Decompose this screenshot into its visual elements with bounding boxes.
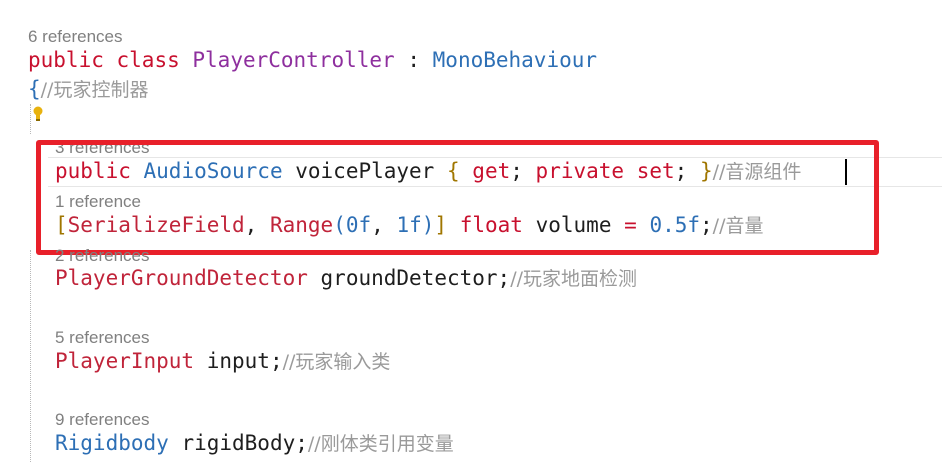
rigidbody-references-lens[interactable]: 9 references [55,410,150,430]
grounddetector-references-lens[interactable]: 2 references [55,246,150,266]
keyword-class: class [116,48,180,72]
identifier-input[interactable]: input [207,349,270,373]
indent-guide-outer [30,104,31,134]
identifier-grounddetector[interactable]: groundDetector [321,266,498,290]
indent-guide-members [30,250,31,462]
base-class-name[interactable]: MonoBehaviour [433,48,597,72]
input-comment: //玩家输入类 [282,351,391,373]
class-name[interactable]: PlayerController [192,48,394,72]
rigidbody-comment: //刚体类引用变量 [307,433,454,455]
class-references-lens[interactable]: 6 references [28,27,123,47]
red-highlight-box [36,140,879,255]
grounddetector-comment: //玩家地面检测 [510,268,638,290]
keyword-public: public [28,48,104,72]
semicolon: ; [295,431,308,455]
class-comment: //玩家控制器 [40,79,149,101]
open-brace: { [28,77,41,101]
semicolon: ; [497,266,511,290]
grounddetector-declaration-line[interactable]: PlayerGroundDetector groundDetector;//玩家… [55,264,637,293]
input-references-lens[interactable]: 5 references [55,328,150,348]
input-declaration-line[interactable]: PlayerInput input;//玩家输入类 [55,347,390,376]
class-declaration-line: public class PlayerController : MonoBeha… [28,46,597,74]
identifier-rigidbody[interactable]: rigidBody [181,431,295,455]
semicolon: ; [269,349,283,373]
rigidbody-declaration-line[interactable]: Rigidbody rigidBody;//刚体类引用变量 [55,429,454,458]
type-rigidbody[interactable]: Rigidbody [55,431,169,455]
type-playergrounddetector[interactable]: PlayerGroundDetector [55,266,308,290]
class-open-brace-line: {//玩家控制器 [28,75,148,104]
type-playerinput[interactable]: PlayerInput [55,349,194,373]
inheritance-colon: : [407,48,420,72]
lightbulb-icon[interactable] [33,106,43,122]
